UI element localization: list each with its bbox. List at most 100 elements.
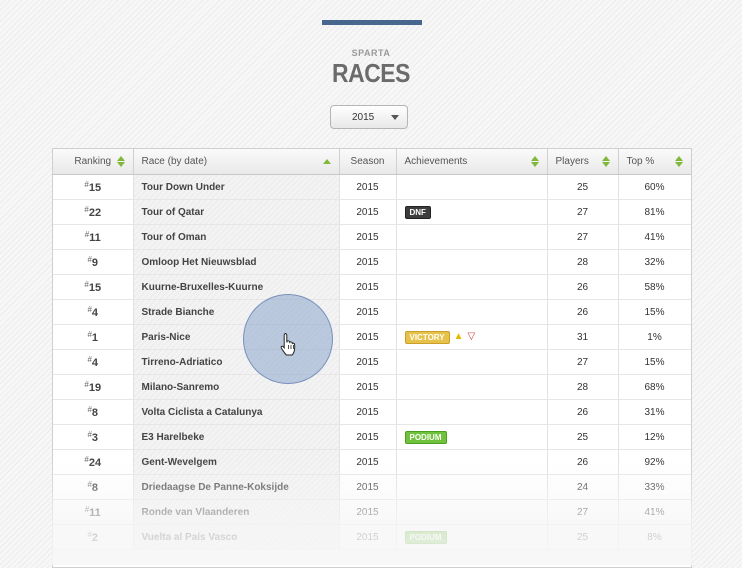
- sort-icon: [530, 156, 539, 167]
- achievements-cell: [396, 299, 548, 325]
- achievements-cell: PODIUM: [396, 524, 548, 550]
- achievements-cell: [396, 474, 548, 500]
- rank-cell: #8: [53, 474, 134, 500]
- top-percent-cell: 33%: [618, 474, 691, 500]
- race-name-cell[interactable]: Omloop Het Nieuwsblad: [133, 249, 340, 275]
- achievements-cell: PODIUM: [396, 424, 548, 450]
- victory-badge: VICTORY: [404, 330, 450, 344]
- table-row[interactable]: #3 E3 Harelbeke 2015 PODIUM 25 12%: [53, 424, 691, 450]
- table-row[interactable]: #8 Driedaagse De Panne-Koksijde 2015 24 33%: [53, 474, 691, 500]
- table-row[interactable]: #4 Strade Bianche 2015 26 15%: [53, 299, 691, 325]
- achievements-cell: [396, 174, 548, 200]
- top-percent-cell: 41%: [618, 499, 691, 525]
- season-select[interactable]: 2015: [330, 105, 408, 129]
- rank-cell: #4: [53, 299, 134, 325]
- polka-dot-jersey-icon: ▽: [467, 331, 476, 342]
- rank-value: 11: [89, 232, 101, 244]
- races-table: Ranking Race (by date) Season Achievemen…: [52, 148, 692, 568]
- rank-value: 24: [88, 457, 102, 469]
- rank-cell: #24: [53, 449, 134, 475]
- rank-cell: #11: [53, 224, 134, 250]
- season-cell: 2015: [339, 499, 397, 525]
- rank-value: 22: [88, 207, 102, 219]
- top-percent-cell: 81%: [618, 199, 691, 225]
- col-header-top[interactable]: Top %: [618, 149, 691, 175]
- table-row[interactable]: #22 Tour of Qatar 2015 DNF 27 81%: [53, 199, 691, 225]
- race-name-cell[interactable]: Tour of Oman: [133, 224, 340, 250]
- col-header-label: Race (by date): [141, 156, 208, 167]
- col-header-label: Players: [555, 156, 589, 167]
- col-header-label: Top %: [626, 156, 655, 167]
- table-row[interactable]: #15 Kuurne-Bruxelles-Kuurne 2015 26 58%: [53, 274, 691, 300]
- rank-cell: #9: [53, 249, 134, 275]
- table-row[interactable]: #11 Ronde van Vlaanderen 2015 27 41%: [53, 499, 691, 525]
- col-header-players[interactable]: Players: [547, 149, 619, 175]
- table-row[interactable]: #24 Gent-Wevelgem 2015 26 92%: [53, 449, 691, 475]
- race-name-cell[interactable]: Kuurne-Bruxelles-Kuurne: [133, 274, 340, 300]
- rank-cell: #11: [53, 499, 134, 525]
- rank-value: 8: [91, 407, 99, 419]
- season-cell: 2015: [339, 199, 397, 225]
- table-row[interactable]: #1 Paris-Nice 2015 VICTORY ▲ ▽ 31 1%: [53, 324, 691, 350]
- top-percent-cell: 41%: [618, 224, 691, 250]
- achievements-cell: [396, 449, 548, 475]
- race-name-cell[interactable]: Tour of Qatar: [133, 199, 340, 225]
- table-row[interactable]: #19 Milano-Sanremo 2015 28 68%: [53, 374, 691, 400]
- players-cell: 27: [547, 224, 619, 250]
- col-header-achievements[interactable]: Achievements: [396, 149, 548, 175]
- col-header-race[interactable]: Race (by date): [133, 149, 340, 175]
- season-cell: 2015: [339, 299, 397, 325]
- rank-value: 8: [91, 482, 99, 494]
- season-cell: 2015: [339, 399, 397, 425]
- race-name-cell[interactable]: Gent-Wevelgem: [133, 449, 340, 475]
- season-cell: 2015: [339, 324, 397, 350]
- dnf-badge: DNF: [404, 205, 431, 219]
- podium-badge: PODIUM: [404, 430, 447, 444]
- rank-cell: #1: [53, 324, 134, 350]
- achievements-cell: [396, 224, 548, 250]
- season-cell: 2015: [339, 249, 397, 275]
- top-percent-cell: 92%: [618, 449, 691, 475]
- rank-value: 19: [88, 382, 102, 394]
- rank-cell: #4: [53, 349, 134, 375]
- players-cell: 31: [547, 324, 619, 350]
- top-percent-cell: 31%: [618, 399, 691, 425]
- col-header-label: Season: [350, 156, 385, 167]
- season-cell: 2015: [339, 349, 397, 375]
- rank-value: 15: [88, 182, 102, 194]
- top-percent-cell: 32%: [618, 249, 691, 275]
- players-cell: 27: [547, 499, 619, 525]
- hand-pointer-icon: [280, 333, 296, 356]
- season-cell: 2015: [339, 524, 397, 550]
- rank-value: 3: [91, 432, 99, 444]
- players-cell: 26: [547, 399, 619, 425]
- table-row[interactable]: #4 Tirreno-Adriatico 2015 27 15%: [53, 349, 691, 375]
- players-cell: 25: [547, 424, 619, 450]
- col-header-season[interactable]: Season: [339, 149, 397, 175]
- players-cell: 27: [547, 199, 619, 225]
- race-name-cell[interactable]: Vuelta al País Vasco: [133, 524, 340, 550]
- race-name-cell[interactable]: E3 Harelbeke: [133, 424, 340, 450]
- achievements-cell: VICTORY ▲ ▽: [396, 324, 548, 350]
- players-cell: 24: [547, 474, 619, 500]
- sort-asc-icon: [322, 156, 331, 167]
- achievements-cell: DNF: [396, 199, 548, 225]
- rank-value: 15: [88, 282, 102, 294]
- players-cell: 27: [547, 349, 619, 375]
- top-percent-cell: 58%: [618, 274, 691, 300]
- race-name-cell[interactable]: Tour Down Under: [133, 174, 340, 200]
- rank-value: 2: [91, 532, 99, 544]
- col-header-ranking[interactable]: Ranking: [53, 149, 134, 175]
- table-row[interactable]: #8 Volta Ciclista a Catalunya 2015 26 31%: [53, 399, 691, 425]
- achievements-cell: [396, 349, 548, 375]
- table-row[interactable]: #9 Omloop Het Nieuwsblad 2015 28 32%: [53, 249, 691, 275]
- race-name-cell[interactable]: Volta Ciclista a Catalunya: [133, 399, 340, 425]
- rank-value: 4: [91, 307, 99, 319]
- season-cell: 2015: [339, 174, 397, 200]
- race-name-cell[interactable]: Driedaagse De Panne-Koksijde: [133, 474, 340, 500]
- table-row[interactable]: #11 Tour of Oman 2015 27 41%: [53, 224, 691, 250]
- race-name-cell[interactable]: Ronde van Vlaanderen: [133, 499, 340, 525]
- table-row[interactable]: #15 Tour Down Under 2015 25 60%: [53, 174, 691, 200]
- col-header-label: Ranking: [74, 156, 112, 167]
- table-row[interactable]: #2 Vuelta al País Vasco 2015 PODIUM 25 8%: [53, 524, 691, 550]
